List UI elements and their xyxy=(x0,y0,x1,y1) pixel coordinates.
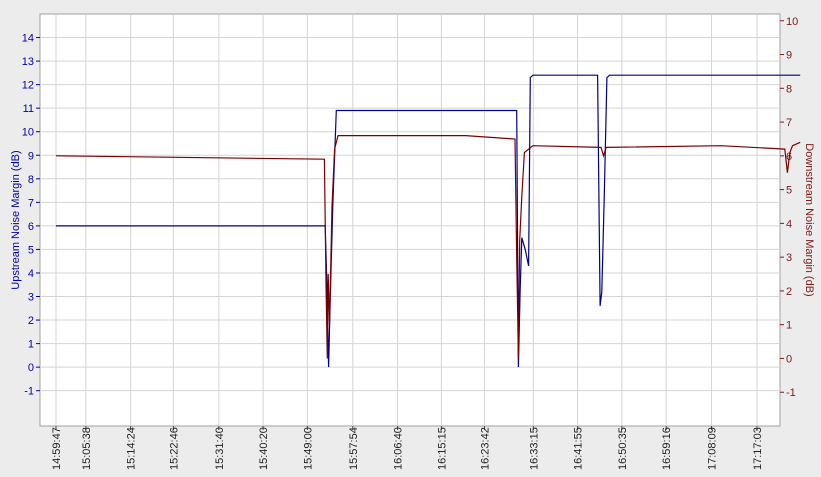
left-tick-label: 11 xyxy=(23,103,34,115)
x-tick-label: 16:41:55 xyxy=(573,427,585,470)
x-tick-label: 15:40:20 xyxy=(258,427,270,470)
x-tick-label: 15:49:00 xyxy=(302,427,314,470)
left-axis-ticks: -101234567891011121314 xyxy=(22,33,40,398)
left-tick-label: 3 xyxy=(28,292,34,304)
x-tick-label: 16:59:16 xyxy=(661,427,673,470)
right-tick-label: 5 xyxy=(786,185,792,197)
right-tick-label: -1 xyxy=(786,387,796,399)
x-tick-label: 15:05:38 xyxy=(81,427,93,470)
left-tick-label: 14 xyxy=(22,33,34,45)
right-axis-label: Downstream Noise Margin (dB) xyxy=(803,143,815,296)
right-axis-ticks: -1012345678910 xyxy=(780,16,798,399)
left-tick-label: 7 xyxy=(28,197,34,209)
left-tick-label: -1 xyxy=(24,386,34,398)
left-tick-label: 9 xyxy=(28,150,34,162)
right-tick-label: 10 xyxy=(786,16,798,28)
right-tick-label: 0 xyxy=(786,353,792,365)
left-tick-label: 8 xyxy=(28,174,34,186)
right-tick-label: 3 xyxy=(786,252,792,264)
left-tick-label: 1 xyxy=(28,339,34,351)
right-tick-label: 9 xyxy=(786,50,792,62)
x-tick-label: 16:15:15 xyxy=(436,427,448,470)
x-tick-label: 15:22:46 xyxy=(168,427,180,470)
left-tick-label: 12 xyxy=(22,80,34,92)
x-tick-label: 14:59:47 xyxy=(51,427,63,470)
left-tick-label: 10 xyxy=(22,127,34,139)
x-tick-label: 17:08:09 xyxy=(707,427,719,470)
x-tick-label: 16:33:15 xyxy=(528,427,540,470)
left-tick-label: 4 xyxy=(28,268,34,280)
left-tick-label: 2 xyxy=(28,315,34,327)
right-tick-label: 2 xyxy=(786,286,792,298)
right-tick-label: 1 xyxy=(786,320,792,332)
x-axis-ticks: 14:59:47 15:05:38 15:14:24 15:22:46 15:31:40… xyxy=(51,426,764,470)
left-tick-label: 5 xyxy=(28,244,34,256)
left-axis-label: Upstream Noise Margin (dB) xyxy=(10,150,22,289)
x-tick-label: 17:17:03 xyxy=(752,427,764,470)
plot-area xyxy=(39,13,781,427)
x-tick-label: 15:57:54 xyxy=(348,427,360,470)
x-tick-label: 15:31:40 xyxy=(214,427,226,470)
x-tick-label: 15:14:24 xyxy=(126,427,138,470)
right-tick-label: 8 xyxy=(786,83,792,95)
x-tick-label: 16:06:40 xyxy=(393,427,405,470)
right-tick-label: 7 xyxy=(786,117,792,129)
left-tick-label: 6 xyxy=(28,221,34,233)
x-tick-label: 16:50:35 xyxy=(617,427,629,470)
right-tick-label: 4 xyxy=(786,218,792,230)
left-tick-label: 13 xyxy=(22,56,34,68)
noise-margin-chart: -1 0 1 2 3 4 5 6 7 8 9 10 11 12 13 14 -1 0 1 2 3 4 5 6 7 8 9 10 14… xyxy=(0,0,821,472)
chart-svg: -101234567891011121314 -1012345678910 14… xyxy=(10,13,815,470)
x-tick-label: 16:23:42 xyxy=(480,427,492,470)
left-tick-label: 0 xyxy=(28,362,34,374)
